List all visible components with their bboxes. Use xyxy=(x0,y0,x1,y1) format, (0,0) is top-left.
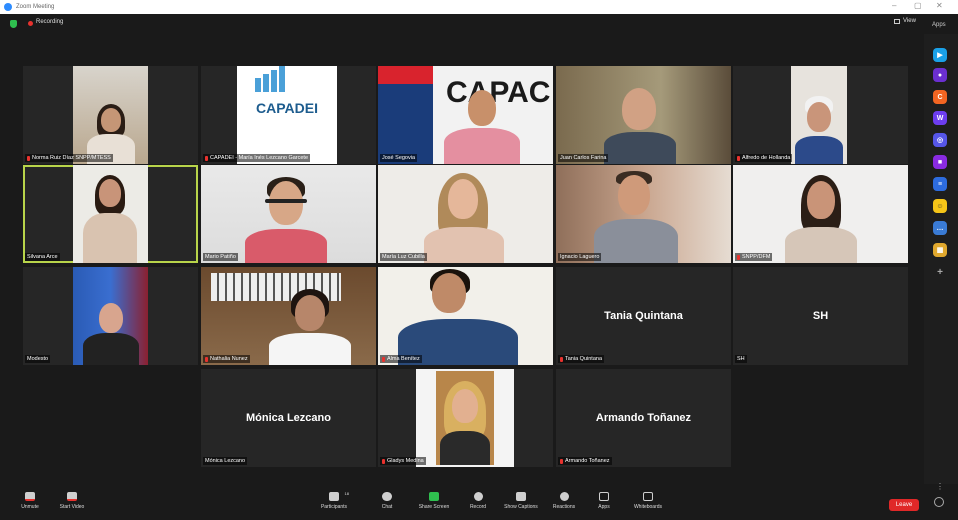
app-grid-icon[interactable]: ▦ xyxy=(933,243,947,257)
whiteboards-button[interactable]: Whiteboards xyxy=(618,492,678,510)
share-screen-icon xyxy=(429,492,439,501)
capadei-logo-text: CAPADEI xyxy=(256,100,318,116)
app-blue-icon[interactable]: ◎ xyxy=(933,133,947,147)
video-tile[interactable]: Juan Carlos Farina xyxy=(556,66,731,164)
video-tile[interactable]: Ignacio Laguero xyxy=(556,165,731,263)
video-tile[interactable]: María Luz Cubilla xyxy=(378,165,553,263)
window-title: Zoom Meeting xyxy=(16,4,55,10)
app-violet-icon[interactable]: ■ xyxy=(933,155,947,169)
participant-name: Nathalia Nunez xyxy=(203,355,250,363)
muted-mic-icon xyxy=(737,155,740,161)
video-tile-no-video[interactable]: Tania Quintana Tania Quintana xyxy=(556,267,731,365)
maximize-button[interactable]: ▢ xyxy=(914,1,922,10)
add-app-icon[interactable]: + xyxy=(933,265,947,279)
participants-button[interactable]: 18 Participants xyxy=(304,491,364,510)
participant-name: Mario Patiño xyxy=(203,253,238,261)
video-off-icon xyxy=(67,492,77,501)
window-titlebar: Zoom Meeting – ▢ ✕ xyxy=(0,0,958,14)
video-tile[interactable]: Norma Ruiz Díaz SNPP/MTESS xyxy=(23,66,198,164)
zoom-logo-icon xyxy=(4,3,12,11)
view-label: View xyxy=(903,18,916,24)
participant-display-name: Mónica Lezcano xyxy=(246,412,331,424)
capac-banner-text: CAPAC xyxy=(446,76,551,109)
recording-label[interactable]: Recording xyxy=(36,19,63,25)
video-tile[interactable]: Gladys Medina xyxy=(378,369,553,467)
captions-cc-icon xyxy=(516,492,526,501)
participant-name: Gladys Medina xyxy=(380,457,426,465)
video-tile[interactable]: CAPAC José Segovia xyxy=(378,66,553,164)
muted-mic-icon xyxy=(205,155,208,161)
app-smile-icon[interactable]: ☺ xyxy=(933,199,947,213)
participant-name: Armando Toñanez xyxy=(558,457,612,465)
participant-name: Modesto xyxy=(25,355,51,363)
record-icon xyxy=(473,492,483,501)
participants-icon: 18 xyxy=(329,491,349,501)
participant-name: CAPADEI - María Inés Lezcano Garcete xyxy=(203,154,311,162)
muted-mic-icon xyxy=(560,356,563,362)
video-tile[interactable]: CAPADEI CAPADEI - María Inés Lezcano Gar… xyxy=(201,66,376,164)
apps-panel-label: Apps xyxy=(932,22,946,28)
meeting-toolbar: Unmute Start Video 18 Participants Chat … xyxy=(0,484,958,520)
muted-mic-icon xyxy=(27,155,30,161)
participant-name: Alfredo de Hollanda xyxy=(735,154,793,162)
start-video-button[interactable]: Start Video xyxy=(42,492,102,510)
video-tile[interactable]: SNPP/DFM xyxy=(733,165,908,263)
video-tile-no-video[interactable]: Armando Toñanez Armando Toñanez xyxy=(556,369,731,467)
app-w-icon[interactable]: W xyxy=(933,111,947,125)
whiteboard-icon xyxy=(643,492,653,501)
video-tile-active-speaker[interactable]: Silvana Arce xyxy=(23,165,198,263)
participant-name: Mónica Lezcano xyxy=(203,457,248,465)
participant-name: Ignacio Laguero xyxy=(558,253,602,261)
muted-mic-icon xyxy=(382,356,385,362)
muted-mic-icon xyxy=(737,254,740,260)
more-vertical-icon[interactable]: ⋮ xyxy=(936,482,944,492)
video-tile-no-video[interactable]: Mónica Lezcano Mónica Lezcano xyxy=(201,369,376,467)
encryption-shield-icon[interactable] xyxy=(10,20,17,28)
participant-name: Alma Benítez xyxy=(380,355,422,363)
muted-microphone-icon xyxy=(25,492,35,501)
video-tile[interactable]: Mario Patiño xyxy=(201,165,376,263)
recording-icon xyxy=(28,21,33,26)
video-tile[interactable]: Alfredo de Hollanda xyxy=(733,66,908,164)
headset-icon xyxy=(265,199,307,203)
participant-name: SNPP/DFM xyxy=(735,253,773,261)
participant-display-name: Armando Toñanez xyxy=(595,412,692,424)
app-orange-icon[interactable]: C xyxy=(933,90,947,104)
leave-button[interactable]: Leave xyxy=(889,499,919,511)
app-arrow-icon[interactable]: ▶ xyxy=(933,48,947,62)
minimize-button[interactable]: – xyxy=(892,1,896,10)
muted-mic-icon xyxy=(560,458,563,464)
muted-mic-icon xyxy=(382,458,385,464)
participants-count: 18 xyxy=(344,491,349,496)
view-button[interactable]: View xyxy=(894,18,916,24)
help-icon[interactable] xyxy=(934,497,944,507)
video-tile-no-video[interactable]: SH SH xyxy=(733,267,908,365)
app-purple-icon[interactable]: ● xyxy=(933,68,947,82)
video-tile[interactable]: Nathalia Nunez xyxy=(201,267,376,365)
close-button[interactable]: ✕ xyxy=(936,1,943,10)
participant-name: José Segovia xyxy=(380,154,418,162)
participant-name: Juan Carlos Farina xyxy=(558,154,609,162)
app-doc-icon[interactable]: ≡ xyxy=(933,177,947,191)
participant-name: Tania Quintana xyxy=(558,355,604,363)
participant-display-name: SH xyxy=(812,310,829,322)
grid-view-icon xyxy=(894,18,900,24)
reactions-smiley-icon xyxy=(559,492,569,501)
muted-mic-icon xyxy=(205,356,208,362)
apps-icon xyxy=(599,492,609,501)
participant-name: Silvana Arce xyxy=(25,253,60,261)
participant-name: SH xyxy=(735,355,747,363)
participant-display-name: Tania Quintana xyxy=(604,310,683,322)
participant-name: Norma Ruiz Díaz SNPP/MTESS xyxy=(25,154,113,162)
app-chat-icon[interactable]: … xyxy=(933,221,947,235)
chat-icon xyxy=(382,492,392,501)
video-tile[interactable]: Modesto xyxy=(23,267,198,365)
participant-name: María Luz Cubilla xyxy=(380,253,427,261)
video-tile[interactable]: Alma Benítez xyxy=(378,267,553,365)
